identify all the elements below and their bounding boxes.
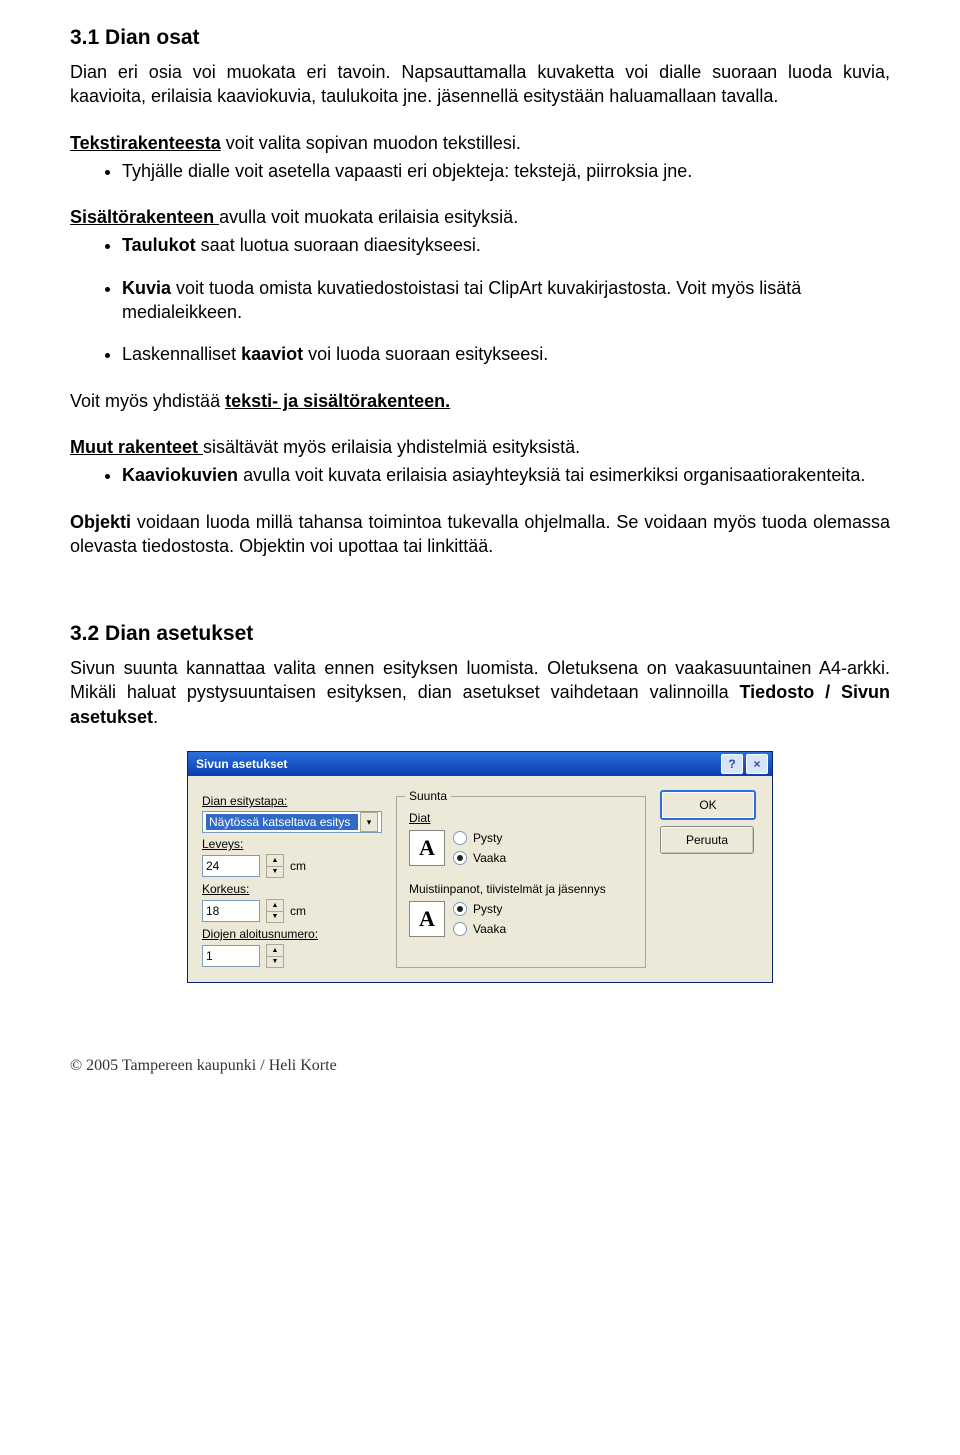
- page-footer: © 2005 Tampereen kaupunki / Heli Korte: [70, 1057, 337, 1075]
- text: avulla voit muokata erilaisia esityksiä.: [219, 207, 518, 227]
- list-item-tyhjalle: Tyhjälle dialle voit asetella vapaasti e…: [122, 159, 890, 183]
- list-item-kaaviot: Laskennalliset kaaviot voi luoda suoraan…: [122, 342, 890, 366]
- radio-checked-icon: [453, 851, 467, 865]
- orientation-landscape-icon: A: [409, 830, 445, 866]
- help-button[interactable]: ?: [721, 754, 743, 774]
- term-kaaviot: kaaviot: [241, 344, 303, 364]
- text: sisältävät myös erilaisia yhdistelmiä es…: [203, 437, 580, 457]
- korkeus-value: 18: [206, 904, 219, 918]
- term-kaaviokuvien: Kaaviokuvien: [122, 465, 238, 485]
- orientation-portrait-icon: A: [409, 901, 445, 937]
- suunta-groupbox: Suunta Diat A Pysty: [396, 796, 646, 968]
- aloitus-label: Diojen aloitusnumero:: [202, 927, 382, 941]
- muist-pysty-radio[interactable]: Pysty: [453, 902, 506, 916]
- korkeus-label: Korkeus:: [202, 882, 382, 896]
- radio-icon: [453, 922, 467, 936]
- diat-vaaka-radio[interactable]: Vaaka: [453, 851, 506, 865]
- heading-3-2: 3.2 Dian asetukset: [70, 622, 890, 646]
- leveys-spinner[interactable]: ▲▼: [266, 854, 284, 878]
- paragraph-intro: Dian eri osia voi muokata eri tavoin. Na…: [70, 60, 890, 109]
- list-item-kuvia: Kuvia voit tuoda omista kuvatiedostoista…: [122, 276, 890, 325]
- aloitus-value: 1: [206, 949, 213, 963]
- leveys-label: Leveys:: [202, 837, 382, 851]
- cancel-button[interactable]: Peruuta: [660, 826, 754, 854]
- paragraph-tekstirakenteesta: Tekstirakenteesta voit valita sopivan mu…: [70, 131, 890, 155]
- dialog-col-right: OK Peruuta: [660, 790, 760, 968]
- muist-vaaka-radio[interactable]: Vaaka: [453, 922, 506, 936]
- radio-label: Pysty: [473, 831, 502, 845]
- ok-button[interactable]: OK: [660, 790, 756, 820]
- esitystapa-combo[interactable]: Näytössä katseltava esitys ▾: [202, 811, 382, 833]
- paragraph-sisaltorakenteen: Sisältörakenteen avulla voit muokata eri…: [70, 205, 890, 229]
- unit-label: cm: [290, 904, 306, 918]
- dialog-title: Sivun asetukset: [196, 757, 287, 771]
- paragraph-asetukset: Sivun suunta kannattaa valita ennen esit…: [70, 656, 890, 729]
- list-item-taulukot: Taulukot saat luotua suoraan diaesitykse…: [122, 233, 890, 257]
- term-taulukot: Taulukot: [122, 235, 196, 255]
- esitystapa-label: Dian esitystapa:: [202, 794, 382, 808]
- list-3: Kaaviokuvien avulla voit kuvata erilaisi…: [70, 463, 890, 487]
- paragraph-objekti: Objekti voidaan luoda millä tahansa toim…: [70, 510, 890, 559]
- text: saat luotua suoraan diaesitykseesi.: [196, 235, 481, 255]
- term-teksti-sisalto: teksti- ja sisältörakenteen.: [225, 391, 450, 411]
- term-objekti: Objekti: [70, 512, 131, 532]
- radio-label: Pysty: [473, 902, 502, 916]
- text: .: [153, 707, 158, 727]
- icon-letter: A: [419, 835, 435, 861]
- text: voi luoda suoraan esitykseesi.: [303, 344, 548, 364]
- diat-pysty-radio[interactable]: Pysty: [453, 831, 506, 845]
- aloitus-field[interactable]: 1: [202, 945, 260, 967]
- unit-label: cm: [290, 859, 306, 873]
- leveys-field[interactable]: 24: [202, 855, 260, 877]
- aloitus-spinner[interactable]: ▲▼: [266, 944, 284, 968]
- list-1: Tyhjälle dialle voit asetella vapaasti e…: [70, 159, 890, 183]
- diat-label: Diat: [409, 811, 635, 825]
- leveys-value: 24: [206, 859, 219, 873]
- list-item-kaaviokuvien: Kaaviokuvien avulla voit kuvata erilaisi…: [122, 463, 890, 487]
- dialog-col-mid: Suunta Diat A Pysty: [396, 790, 646, 968]
- text: voit valita sopivan muodon tekstillesi.: [221, 133, 521, 153]
- suunta-legend: Suunta: [405, 789, 451, 803]
- radio-label: Vaaka: [473, 851, 506, 865]
- paragraph-yhdistaa: Voit myös yhdistää teksti- ja sisältörak…: [70, 389, 890, 413]
- term-kuvia: Kuvia: [122, 278, 171, 298]
- dialog-body: Dian esitystapa: Näytössä katseltava esi…: [188, 776, 772, 982]
- korkeus-spinner[interactable]: ▲▼: [266, 899, 284, 923]
- dialog-col-left: Dian esitystapa: Näytössä katseltava esi…: [202, 790, 382, 968]
- dialog-titlebar[interactable]: Sivun asetukset ? ×: [188, 752, 772, 776]
- text: Laskennalliset: [122, 344, 241, 364]
- list-2: Taulukot saat luotua suoraan diaesitykse…: [70, 233, 890, 366]
- term-sisaltorakenteen: Sisältörakenteen: [70, 207, 219, 227]
- page-setup-dialog: Sivun asetukset ? × Dian esitystapa: Näy…: [187, 751, 773, 983]
- chevron-down-icon[interactable]: ▾: [360, 812, 378, 832]
- korkeus-field[interactable]: 18: [202, 900, 260, 922]
- esitystapa-value: Näytössä katseltava esitys: [206, 814, 358, 830]
- text: voit tuoda omista kuvatiedostoistasi tai…: [122, 278, 801, 322]
- muist-label: Muistiinpanot, tiivistelmät ja jäsennys: [409, 882, 635, 896]
- heading-3-1: 3.1 Dian osat: [70, 26, 890, 50]
- text: Voit myös yhdistää: [70, 391, 225, 411]
- close-button[interactable]: ×: [746, 754, 768, 774]
- radio-label: Vaaka: [473, 922, 506, 936]
- radio-icon: [453, 831, 467, 845]
- term-tekstirakenteesta: Tekstirakenteesta: [70, 133, 221, 153]
- text: voidaan luoda millä tahansa toimintoa tu…: [70, 512, 890, 556]
- icon-letter: A: [419, 906, 435, 932]
- titlebar-controls: ? ×: [721, 754, 768, 774]
- term-muut-rakenteet: Muut rakenteet: [70, 437, 203, 457]
- paragraph-muut-rakenteet: Muut rakenteet sisältävät myös erilaisia…: [70, 435, 890, 459]
- radio-checked-icon: [453, 902, 467, 916]
- text: avulla voit kuvata erilaisia asiayhteyks…: [238, 465, 865, 485]
